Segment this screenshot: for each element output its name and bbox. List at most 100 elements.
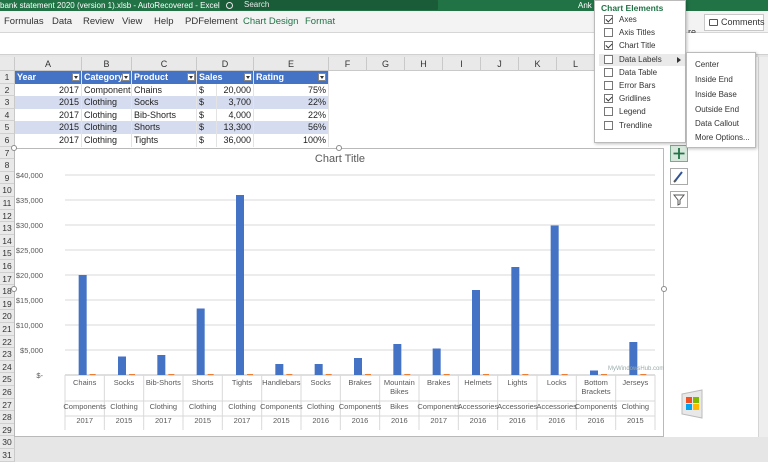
- chart-styles-button[interactable]: [670, 168, 688, 185]
- resize-handle[interactable]: [11, 286, 17, 292]
- column-header[interactable]: B: [82, 57, 132, 71]
- row-header[interactable]: 20: [0, 310, 15, 323]
- checkbox[interactable]: [604, 94, 613, 104]
- cell-category[interactable]: Clothing: [82, 108, 132, 122]
- row-header[interactable]: 9: [0, 171, 15, 185]
- row-header[interactable]: 15: [0, 247, 15, 260]
- cell-sales[interactable]: 3,700: [217, 96, 254, 109]
- column-header[interactable]: G: [367, 57, 405, 71]
- cell-currency[interactable]: $: [197, 96, 217, 109]
- checkbox[interactable]: [604, 67, 613, 77]
- row-header[interactable]: 25: [0, 373, 15, 386]
- cell-rating[interactable]: 22%: [254, 96, 329, 109]
- user-name[interactable]: Ank: [578, 0, 592, 11]
- filter-dropdown-icon[interactable]: [244, 73, 252, 81]
- row-header[interactable]: 28: [0, 411, 15, 424]
- column-header[interactable]: A: [15, 57, 82, 71]
- row-header[interactable]: 21: [0, 323, 15, 336]
- row-header[interactable]: 3: [0, 96, 15, 109]
- checkbox[interactable]: [604, 15, 613, 24]
- chart-element-data-table[interactable]: Data Table: [599, 67, 685, 79]
- checkbox[interactable]: [604, 81, 613, 90]
- chart-element-gridlines[interactable]: Gridlines: [599, 93, 685, 105]
- row-header[interactable]: 10: [0, 184, 15, 197]
- row-header[interactable]: 30: [0, 436, 15, 449]
- cell-currency[interactable]: $: [197, 83, 217, 97]
- chart-element-legend[interactable]: Legend: [599, 106, 685, 118]
- row-header[interactable]: 29: [0, 423, 15, 437]
- chart-element-error-bars[interactable]: Error Bars: [599, 80, 685, 92]
- row-header[interactable]: 23: [0, 348, 15, 361]
- tab-formulas[interactable]: Formulas: [4, 16, 44, 27]
- cell-currency[interactable]: $: [197, 134, 217, 147]
- cell-category[interactable]: Clothing: [82, 134, 132, 147]
- chart-area[interactable]: Chart Title $- $5,000 $10,000 $15,000 $20,00…: [14, 148, 664, 437]
- row-header[interactable]: 16: [0, 260, 15, 273]
- chart-element-axes[interactable]: Axes: [599, 14, 685, 26]
- resize-handle[interactable]: [661, 286, 667, 292]
- chart-element-axis-titles[interactable]: Axis Titles: [599, 27, 685, 39]
- cell-sales[interactable]: 20,000: [217, 83, 254, 97]
- cell-rating[interactable]: 56%: [254, 121, 329, 134]
- cell-sales[interactable]: 36,000: [217, 134, 254, 147]
- cell-category[interactable]: Components: [82, 83, 132, 97]
- chart-element-data-labels[interactable]: Data Labels: [599, 53, 685, 66]
- column-header[interactable]: F: [329, 57, 367, 71]
- cell-year[interactable]: 2015: [15, 96, 82, 109]
- checkbox[interactable]: [604, 54, 613, 64]
- row-header[interactable]: 31: [0, 449, 15, 462]
- cell-category[interactable]: Clothing: [82, 121, 132, 134]
- row-header[interactable]: 13: [0, 222, 15, 235]
- tab-help[interactable]: Help: [154, 16, 174, 27]
- checkbox[interactable]: [604, 107, 613, 117]
- filter-dropdown-icon[interactable]: [318, 73, 326, 81]
- cell-sales[interactable]: 4,000: [217, 108, 254, 122]
- row-header[interactable]: 24: [0, 360, 15, 374]
- menu-item-center[interactable]: Center: [695, 60, 719, 69]
- menu-item-outside-end[interactable]: Outside End: [695, 105, 739, 114]
- cell-product[interactable]: Chains: [132, 83, 197, 97]
- row-header[interactable]: 22: [0, 335, 15, 349]
- cell-currency[interactable]: $: [197, 108, 217, 122]
- search-box[interactable]: Search: [220, 0, 438, 10]
- row-header[interactable]: 26: [0, 386, 15, 399]
- row-header[interactable]: 19: [0, 297, 15, 311]
- chart-element-chart-title[interactable]: Chart Title: [599, 40, 685, 52]
- tab-chart-design[interactable]: Chart Design: [243, 16, 298, 27]
- row-header[interactable]: 4: [0, 108, 15, 122]
- column-header[interactable]: L: [557, 57, 595, 71]
- cell-year[interactable]: 2017: [15, 83, 82, 97]
- cell-category[interactable]: Clothing: [82, 96, 132, 109]
- cell-product[interactable]: Bib-Shorts: [132, 108, 197, 122]
- cell-year[interactable]: 2015: [15, 121, 82, 134]
- tab-data[interactable]: Data: [52, 16, 72, 27]
- cell-product[interactable]: Tights: [132, 134, 197, 147]
- cell-year[interactable]: 2017: [15, 108, 82, 122]
- checkbox[interactable]: [604, 28, 613, 38]
- resize-handle[interactable]: [11, 145, 17, 151]
- checkbox[interactable]: [604, 120, 613, 130]
- tab-review[interactable]: Review: [83, 16, 114, 27]
- cell-rating[interactable]: 75%: [254, 83, 329, 97]
- select-all-corner[interactable]: [0, 57, 15, 71]
- column-header[interactable]: I: [443, 57, 481, 71]
- menu-item-inside-base[interactable]: Inside Base: [695, 90, 737, 99]
- column-header[interactable]: K: [519, 57, 557, 71]
- menu-item-data-callout[interactable]: Data Callout: [695, 119, 739, 128]
- row-header[interactable]: 1: [0, 71, 15, 84]
- cell-year[interactable]: 2017: [15, 134, 82, 147]
- row-header[interactable]: 14: [0, 234, 15, 248]
- filter-dropdown-icon[interactable]: [122, 73, 130, 81]
- cell-rating[interactable]: 22%: [254, 108, 329, 122]
- row-header[interactable]: 5: [0, 121, 15, 134]
- chart-filters-button[interactable]: [670, 191, 688, 208]
- filter-dropdown-icon[interactable]: [72, 73, 80, 81]
- cell-currency[interactable]: $: [197, 121, 217, 134]
- row-header[interactable]: 17: [0, 272, 15, 286]
- row-header[interactable]: 2: [0, 83, 15, 97]
- row-header[interactable]: 11: [0, 197, 15, 210]
- row-header[interactable]: 12: [0, 209, 15, 223]
- tab-format[interactable]: Format: [305, 16, 335, 27]
- filter-dropdown-icon[interactable]: [187, 73, 195, 81]
- menu-item-inside-end[interactable]: Inside End: [695, 75, 733, 84]
